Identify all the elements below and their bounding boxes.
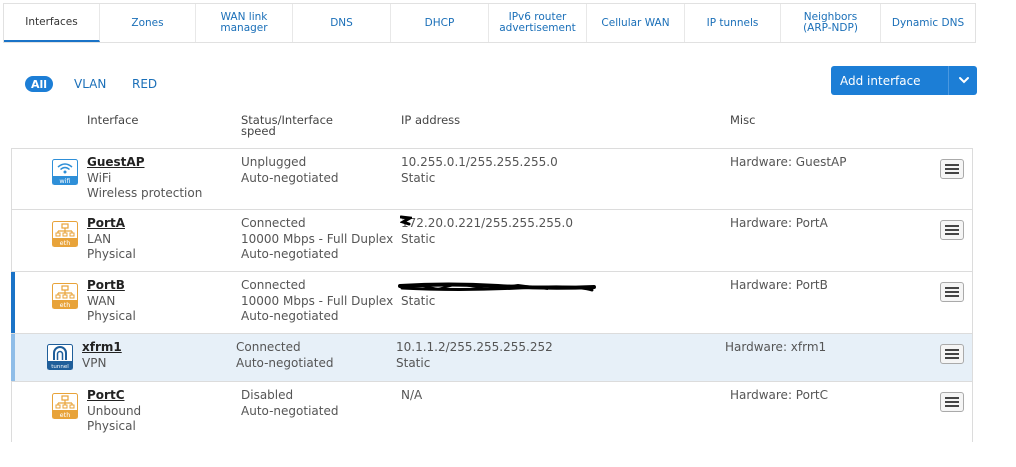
column-header-ip: IP address [401, 113, 461, 127]
misc-hardware: Hardware: PortB [730, 278, 828, 292]
speed-text: 10000 Mbps - Full Duplex [241, 293, 394, 308]
misc-hardware: Hardware: PortA [730, 216, 828, 230]
icon-caption: tunnel [51, 364, 69, 370]
chevron-down-icon[interactable] [957, 73, 971, 87]
speed-text: Auto-negotiated [241, 170, 339, 185]
interface-subtype: Physical [87, 309, 136, 323]
interface-type: Unbound [87, 403, 142, 418]
add-interface-button[interactable]: Add interface [831, 66, 977, 95]
tab-dynamic-dns[interactable]: Dynamic DNS [881, 4, 975, 42]
speed-text: Auto-negotiated [236, 355, 334, 370]
interface-type: VPN [82, 355, 107, 370]
button-divider [948, 66, 949, 95]
status-text: Disabled [241, 388, 294, 402]
table-row[interactable]: eth PortA LAN Physical Connected 10000 M… [12, 210, 972, 272]
table-row[interactable]: wifi GuestAP WiFi Wireless protection Un… [12, 149, 972, 210]
ethernet-icon: eth [52, 283, 78, 309]
row-highlight-bar [11, 272, 15, 333]
row-menu-button[interactable] [940, 159, 964, 179]
table-row[interactable]: tunnel xfrm1 VPN Connected Auto-negotiat… [11, 334, 972, 382]
tab-ipv6-router-advertisement[interactable]: IPv6 router advertisement [489, 4, 587, 42]
column-header-misc: Misc [730, 113, 756, 127]
tab-bar: Interfaces Zones WAN link manager DNS DH… [3, 3, 976, 43]
interface-subtype: Wireless protection [87, 186, 203, 200]
icon-caption: eth [60, 411, 71, 419]
ethernet-icon: eth [52, 221, 78, 247]
speed-text: Auto-negotiated [241, 403, 339, 418]
ip-mode: Static [401, 170, 436, 185]
ip-address: N/A [401, 388, 423, 402]
filter-all[interactable]: All [25, 76, 53, 92]
table-row[interactable]: eth PortC Unbound Physical Disabled Auto… [12, 382, 972, 442]
table-row[interactable]: eth PortB WAN Physical Connected 10000 M… [11, 272, 972, 334]
tab-dhcp[interactable]: DHCP [391, 4, 489, 42]
row-highlight-bar [11, 334, 15, 381]
column-header-interface: Interface [87, 113, 139, 127]
tab-dns[interactable]: DNS [293, 4, 391, 42]
misc-hardware: Hardware: PortC [730, 388, 828, 402]
ip-address: 10.255.0.1/255.255.255.0 [401, 155, 558, 169]
interface-subtype: Physical [87, 419, 136, 433]
interface-name-link[interactable]: PortB [87, 278, 136, 294]
interface-name-link[interactable]: xfrm1 [82, 340, 122, 356]
filter-vlan[interactable]: VLAN [74, 76, 106, 92]
icon-caption: eth [60, 301, 71, 309]
interface-name-link[interactable]: PortC [87, 388, 141, 404]
row-menu-button[interactable] [940, 392, 964, 412]
interface-type: WAN [87, 293, 116, 308]
interface-subtype: Physical [87, 247, 136, 261]
status-text: Connected [236, 340, 301, 354]
ip-address: 172.20.0.221/255.255.255.0 [401, 216, 573, 230]
interface-type: LAN [87, 231, 112, 246]
tunnel-icon: tunnel [47, 344, 73, 370]
column-header-status: Status/Interface speed [241, 113, 334, 138]
ip-mode: Static [396, 355, 431, 370]
tab-neighbors[interactable]: Neighbors (ARP-NDP) [781, 4, 881, 42]
wifi-icon: wifi [52, 159, 78, 185]
misc-hardware: Hardware: xfrm1 [725, 340, 827, 354]
ip-mode: Static [401, 231, 436, 246]
interfaces-table: wifi GuestAP WiFi Wireless protection Un… [11, 148, 973, 442]
status-text: Unplugged [241, 155, 307, 169]
misc-hardware: Hardware: GuestAP [730, 155, 847, 169]
tab-cellular-wan[interactable]: Cellular WAN [587, 4, 685, 42]
interface-name-link[interactable]: PortA [87, 216, 136, 232]
tab-zones[interactable]: Zones [100, 4, 196, 42]
tab-ip-tunnels[interactable]: IP tunnels [685, 4, 781, 42]
status-text: Connected [241, 216, 306, 230]
interface-type: WiFi [87, 170, 112, 185]
redaction-mark [398, 282, 596, 292]
redaction-mark [400, 215, 412, 226]
speed-text: 10000 Mbps - Full Duplex [241, 231, 394, 246]
row-menu-button[interactable] [940, 282, 964, 302]
ip-address: 10.1.1.2/255.255.255.252 [396, 340, 553, 354]
negotiation-text: Auto-negotiated [241, 309, 339, 323]
filter-red[interactable]: RED [132, 76, 157, 92]
add-interface-label: Add interface [840, 73, 921, 88]
status-text: Connected [241, 278, 306, 292]
interface-name-link[interactable]: GuestAP [87, 155, 202, 171]
tab-interfaces[interactable]: Interfaces [4, 4, 100, 42]
row-menu-button[interactable] [940, 220, 964, 240]
tab-wan-link-manager[interactable]: WAN link manager [196, 4, 293, 42]
ethernet-icon: eth [52, 393, 78, 419]
ip-mode: Static [401, 293, 436, 308]
icon-caption: wifi [59, 177, 70, 185]
negotiation-text: Auto-negotiated [241, 247, 339, 261]
icon-caption: eth [60, 239, 71, 247]
row-menu-button[interactable] [940, 344, 964, 364]
